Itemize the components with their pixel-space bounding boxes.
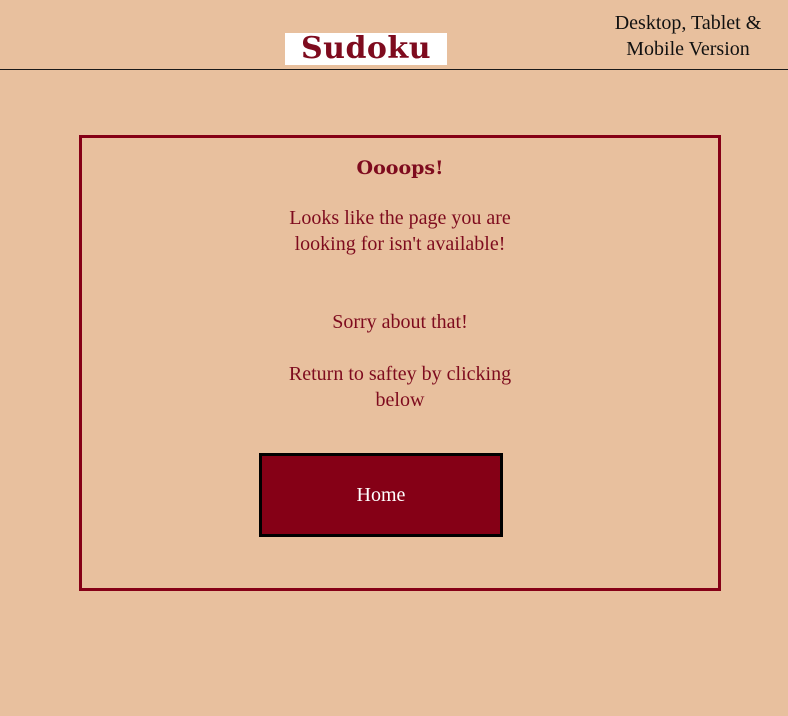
sudoku-logo[interactable]: Sudoku (285, 33, 447, 65)
error-card: Oooops! Looks like the page you are look… (79, 135, 721, 591)
error-message-not-available: Looks like the page you are looking for … (289, 207, 511, 255)
site-header: Sudoku Desktop, Tablet & Mobile Version (0, 0, 788, 70)
error-title: Oooops! (356, 157, 444, 179)
version-line-1: Desktop, Tablet & (614, 12, 762, 34)
version-note: Desktop, Tablet & Mobile Version (598, 10, 778, 62)
error-message-apology: Sorry about that! (332, 311, 468, 333)
version-line-2: Mobile Version (626, 38, 750, 60)
home-button[interactable]: Home (259, 453, 503, 537)
error-message-instruction: Return to saftey by clicking below (288, 363, 512, 411)
